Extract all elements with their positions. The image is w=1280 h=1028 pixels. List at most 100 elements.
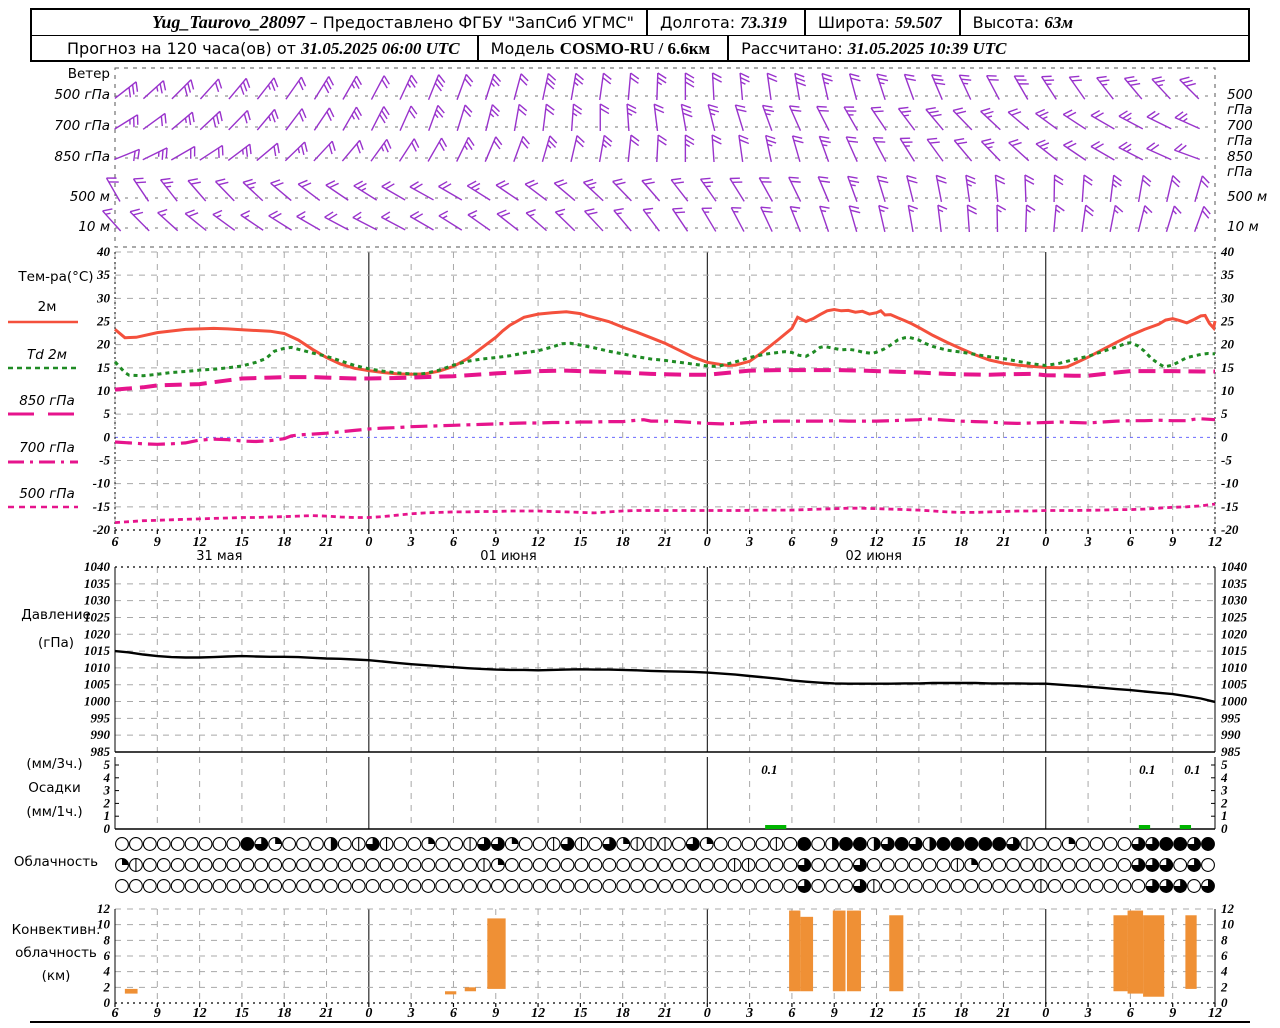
pressure-panel: 1040104010351035103010301025102510201020… [84,559,1248,759]
wind-barb [172,80,194,99]
wind-barb [995,175,1004,202]
svg-text:12: 12 [193,535,207,550]
svg-text:-15: -15 [1221,499,1239,514]
svg-text:1000: 1000 [1221,694,1248,709]
forecast-prefix: Прогноз на 120 часа(ов) от [67,39,296,58]
wind-barb [1042,76,1057,99]
wind-barb [200,79,221,99]
provider: Предоставлено ФГБУ "ЗапСиб УГМС" [323,13,634,32]
wind-barb [269,211,292,230]
convective-bar [487,918,505,989]
wind-level-850hpa-right: 850 гПа [1227,150,1280,180]
wind-barb [1119,111,1143,129]
svg-text:3: 3 [407,535,415,550]
convective-bar [1185,915,1196,989]
wind-barb [1166,206,1181,232]
convective-bar [833,911,846,992]
svg-text:12: 12 [1208,535,1222,550]
legend-td2m-label: Td 2м [2,348,92,363]
temperature-panel: 40403535303025252020151510105500-5-5-10-… [93,244,1239,537]
wind-barb [701,178,716,201]
svg-text:5: 5 [1221,406,1228,421]
svg-text:1035: 1035 [1221,576,1248,591]
wind-barb [161,179,178,202]
svg-text:12: 12 [870,1006,884,1021]
svg-text:990: 990 [91,727,111,742]
legend-850-label: 850 гПа [2,394,92,409]
longitude-label: Долгота: [660,13,735,32]
cloudiness-title: Облачность [2,855,110,870]
svg-text:1000: 1000 [84,694,111,709]
separator [646,10,648,35]
model-value: COSMO-RU / 6.6км [560,39,710,59]
convective-bar [789,911,800,992]
wind-barb [114,149,139,161]
wind-barb [1180,77,1199,99]
svg-text:6: 6 [112,1006,119,1021]
svg-text:0: 0 [704,1006,711,1021]
svg-text:1010: 1010 [1221,660,1248,675]
svg-text:1030: 1030 [1221,593,1248,608]
wind-barb [343,76,361,99]
svg-text:3: 3 [1084,1006,1092,1021]
svg-text:0: 0 [104,995,111,1010]
svg-text:3: 3 [407,1006,415,1021]
wind-barb [850,74,861,100]
svg-text:10: 10 [1221,917,1235,932]
latitude-value: 59.507 [895,13,942,33]
svg-text:30: 30 [1220,290,1235,305]
wind-barb [981,139,1000,161]
wind-barb [171,147,194,161]
svg-text:12: 12 [531,1006,545,1021]
svg-text:6: 6 [788,1006,795,1021]
svg-text:12: 12 [97,901,111,916]
precip-mark [765,825,786,829]
wind-barb [1063,141,1085,160]
svg-text:18: 18 [616,1006,630,1021]
header: Yug_Taurovo_28097 – Предоставлено ФГБУ "… [30,8,1250,62]
wind-barb [457,105,472,131]
wind-barb [185,210,206,231]
svg-text:15: 15 [97,360,111,375]
svg-text:9: 9 [831,535,838,550]
svg-text:0: 0 [1042,1006,1049,1021]
legend-t2m-label: 2м [2,300,92,315]
convective-bar [1143,915,1164,996]
svg-text:-20: -20 [93,522,111,537]
svg-text:3: 3 [745,535,753,550]
svg-text:1010: 1010 [84,660,111,675]
wind-barb [467,181,490,200]
svg-text:8: 8 [1221,932,1228,947]
convective-bar [847,911,861,992]
svg-text:1020: 1020 [1221,626,1248,641]
wind-barb [1152,77,1170,99]
wind-barb [271,180,292,201]
svg-text:20: 20 [1220,337,1235,352]
convective-bar [465,987,476,991]
svg-text:0.1: 0.1 [1139,762,1155,777]
wind-barb [215,179,234,201]
longitude-value: 73.319 [740,13,787,33]
svg-text:1005: 1005 [84,677,111,692]
wind-level-850hpa: 850 гПа [5,150,110,165]
wind-barb [297,212,320,230]
convective-bar [1128,911,1144,994]
wind-barb [314,76,333,99]
svg-text:0: 0 [365,535,372,550]
wind-level-500m: 500 м [5,190,110,205]
wind-barb [1036,140,1057,160]
svg-text:-5: -5 [1221,453,1232,468]
svg-text:6: 6 [1127,535,1134,550]
svg-text:5: 5 [104,406,111,421]
svg-text:0.1: 0.1 [761,762,777,777]
separator [727,36,729,61]
wind-barb [143,148,167,160]
svg-text:15: 15 [912,535,926,550]
svg-text:-20: -20 [1221,522,1239,537]
wind-barb [439,211,462,230]
svg-text:0: 0 [1221,995,1228,1010]
svg-text:35: 35 [1220,267,1235,282]
svg-text:9: 9 [492,535,499,550]
station-name: Yug_Taurovo_28097 [152,12,305,33]
svg-text:15: 15 [235,1006,249,1021]
